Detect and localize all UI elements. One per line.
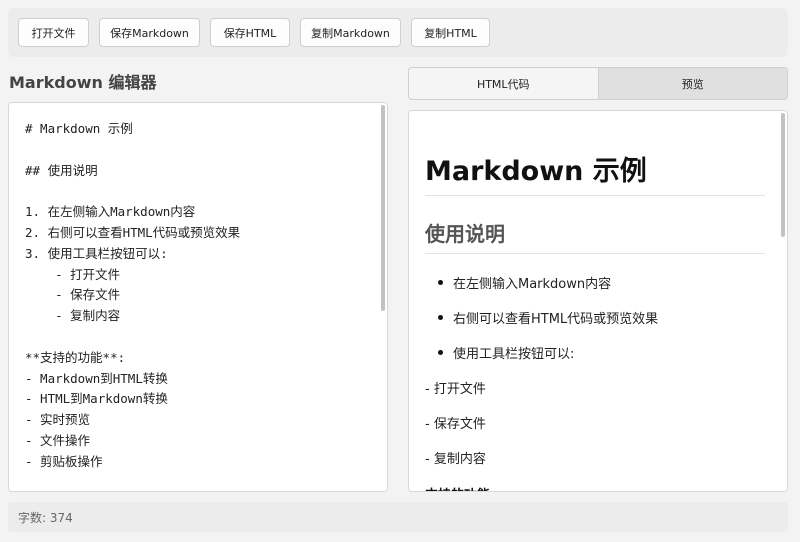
bullet-icon bbox=[438, 350, 443, 355]
editor-line: - 实时预览 bbox=[25, 412, 91, 428]
preview-paragraph: - 保存文件 bbox=[425, 417, 486, 432]
list-item: 右侧可以查看HTML代码或预览效果 bbox=[453, 312, 659, 327]
preview-strong-text: 支持的功能: bbox=[425, 484, 495, 491]
copy-html-button[interactable]: 复制HTML bbox=[411, 18, 490, 47]
editor-line: - 复制内容 bbox=[25, 308, 121, 324]
save-html-button[interactable]: 保存HTML bbox=[210, 18, 290, 47]
list-item: 在左侧输入Markdown内容 bbox=[453, 277, 612, 292]
editor-line: **支持的功能**: bbox=[25, 349, 126, 365]
save-markdown-button[interactable]: 保存Markdown bbox=[99, 18, 200, 47]
tab-html-code[interactable]: HTML代码 bbox=[409, 68, 598, 99]
tab-preview[interactable]: 预览 bbox=[597, 68, 787, 99]
editor-line: - 文件操作 bbox=[25, 432, 91, 448]
preview-divider bbox=[425, 253, 765, 254]
preview-heading-2: 使用说明 bbox=[425, 222, 505, 246]
editor-line: - 剪贴板操作 bbox=[25, 453, 103, 469]
editor-line: - HTML到Markdown转换 bbox=[25, 391, 168, 407]
open-file-button[interactable]: 打开文件 bbox=[18, 18, 89, 47]
editor-line: - Markdown到HTML转换 bbox=[25, 370, 168, 386]
editor-line: 2. 右侧可以查看HTML代码或预览效果 bbox=[25, 224, 241, 240]
editor-scrollbar[interactable] bbox=[381, 105, 385, 489]
copy-markdown-button[interactable]: 复制Markdown bbox=[300, 18, 401, 47]
preview-paragraph: - 复制内容 bbox=[425, 452, 486, 467]
bullet-icon bbox=[438, 280, 443, 285]
char-count: 字数: 374 bbox=[18, 510, 73, 525]
editor-line: # Markdown 示例 bbox=[25, 121, 133, 136]
editor-text[interactable]: # Markdown 示例 ## 使用说明 1. 在左侧输入Markdown内容… bbox=[25, 119, 375, 473]
editor-line: - 打开文件 bbox=[25, 266, 121, 282]
bullet-icon bbox=[438, 315, 443, 320]
editor-line: 1. 在左侧输入Markdown内容 bbox=[25, 204, 196, 220]
editor-line: 3. 使用工具栏按钮可以: bbox=[25, 245, 168, 261]
preview-heading-1: Markdown 示例 bbox=[425, 156, 647, 187]
preview-divider bbox=[425, 195, 765, 196]
view-tabs: HTML代码 预览 bbox=[408, 67, 788, 100]
editor-line: ## 使用说明 bbox=[25, 162, 98, 178]
editor-title: Markdown 编辑器 bbox=[9, 73, 157, 92]
preview-scrollbar[interactable] bbox=[781, 113, 785, 489]
preview-pane: Markdown 示例 使用说明 在左侧输入Markdown内容 右侧可以查看H… bbox=[408, 110, 788, 492]
editor-line: - 保存文件 bbox=[25, 287, 121, 303]
markdown-editor[interactable]: # Markdown 示例 ## 使用说明 1. 在左侧输入Markdown内容… bbox=[8, 102, 388, 492]
editor-scroll-thumb[interactable] bbox=[381, 105, 385, 311]
toolbar: 打开文件 保存Markdown 保存HTML 复制Markdown 复制HTML bbox=[8, 8, 788, 57]
preview-scroll-thumb[interactable] bbox=[781, 113, 785, 237]
status-bar: 字数: 374 bbox=[8, 502, 788, 532]
preview-paragraph: - 打开文件 bbox=[425, 382, 486, 397]
list-item: 使用工具栏按钮可以: bbox=[453, 347, 575, 362]
